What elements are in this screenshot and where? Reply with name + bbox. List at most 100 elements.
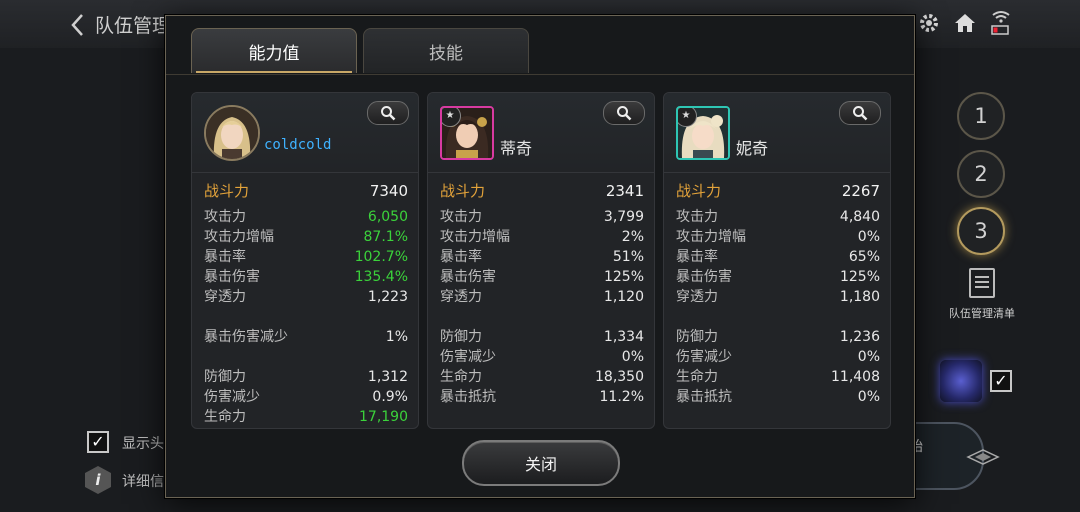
stat-value: 0.9% — [372, 389, 408, 405]
stat-row: 攻击力 6,050 — [204, 207, 408, 227]
card-header: ★ 蒂奇 — [428, 93, 654, 173]
character-portrait: ★ — [440, 106, 494, 160]
power-row: 战斗力 7340 — [204, 179, 408, 203]
player-name: coldcold — [264, 137, 332, 153]
character-card-player: coldcold 战斗力 7340 攻击力 6,050 攻击力增幅 87.1% 暴击率 1… — [191, 92, 419, 429]
stat-value: 11,408 — [831, 369, 880, 385]
team-slot-3[interactable]: 3 — [957, 207, 1005, 255]
stat-row: 穿透力 1,223 — [204, 287, 408, 307]
tab-bar: 能力值 技能 — [166, 16, 914, 75]
stat-rows: 攻击力 6,050 攻击力增幅 87.1% 暴击率 102.7% 暴击伤害 135.4% 穿透力… — [204, 207, 408, 427]
character-name: 妮奇 — [736, 139, 769, 158]
stat-row: 生命力 17,190 — [204, 407, 408, 427]
stat-row: 暴击率 102.7% — [204, 247, 408, 267]
stat-row: 攻击力增幅 2% — [440, 227, 644, 247]
home-icon[interactable] — [952, 10, 978, 36]
stat-row: 防御力 1,236 — [676, 327, 880, 347]
diamond-arrow-icon — [966, 449, 1000, 465]
stat-label: 攻击力增幅 — [204, 229, 274, 245]
stat-value: 2% — [621, 229, 644, 245]
player-avatar — [204, 105, 260, 161]
stat-row: 暴击抵抗 0% — [676, 387, 880, 407]
show-head-checkbox[interactable]: ✓ — [87, 431, 109, 453]
tab-skills[interactable]: 技能 — [363, 28, 529, 73]
stat-label: 生命力 — [676, 369, 718, 385]
stat-label: 伤害减少 — [676, 349, 732, 365]
stat-value: 4,840 — [839, 209, 880, 225]
stat-label: 攻击力 — [204, 209, 246, 225]
stat-row: 伤害减少 0% — [440, 347, 644, 367]
stat-value: 1,120 — [603, 289, 644, 305]
stat-row: 攻击力 3,799 — [440, 207, 644, 227]
character-name: 蒂奇 — [500, 139, 533, 158]
stat-label: 攻击力增幅 — [440, 229, 510, 245]
stat-label: 生命力 — [440, 369, 482, 385]
zoom-button[interactable] — [367, 101, 409, 125]
team-list-button[interactable]: 队伍管理清单 — [944, 268, 1020, 321]
stat-label: 穿透力 — [440, 289, 482, 305]
power-row: 战斗力 2341 — [440, 179, 644, 203]
stat-row: 暴击伤害 125% — [440, 267, 644, 287]
team-slot-2[interactable]: 2 — [957, 150, 1005, 198]
stat-value: 18,350 — [595, 369, 644, 385]
stat-row: 暴击率 51% — [440, 247, 644, 267]
stat-value: 1,223 — [367, 289, 408, 305]
power-label: 战斗力 — [676, 182, 722, 200]
stats-modal: 能力值 技能 coldcold 战斗力 7340 攻击力 6,050 攻击力增幅… — [165, 15, 915, 498]
stat-value: 0% — [857, 229, 880, 245]
close-button[interactable]: 关闭 — [462, 440, 620, 486]
stat-label: 防御力 — [204, 369, 246, 385]
hourglass-icon[interactable] — [940, 360, 982, 402]
stat-row: 攻击力 4,840 — [676, 207, 880, 227]
stat-label: 暴击率 — [204, 249, 246, 265]
stat-value: 1,312 — [367, 369, 408, 385]
power-label: 战斗力 — [440, 182, 486, 200]
stat-label: 攻击力 — [440, 209, 482, 225]
top-icons — [916, 10, 1014, 36]
stat-label: 暴击抵抗 — [676, 389, 732, 405]
stats-list: 战斗力 2267 攻击力 4,840 攻击力增幅 0% 暴击率 65% 暴击伤害 125% 穿透… — [676, 179, 880, 407]
stat-label: 暴击伤害 — [440, 269, 496, 285]
stat-row: 生命力 11,408 — [676, 367, 880, 387]
search-icon — [853, 106, 868, 121]
stat-value: 135.4% — [354, 269, 408, 285]
card-header: ★ 妮奇 — [664, 93, 890, 173]
gear-icon[interactable] — [916, 10, 942, 36]
team-list-label: 队伍管理清单 — [949, 307, 1015, 320]
stat-value: 1% — [385, 329, 408, 345]
stats-list: 战斗力 2341 攻击力 3,799 攻击力增幅 2% 暴击率 51% 暴击伤害 125% 穿透… — [440, 179, 644, 407]
page-title: 队伍管理 — [95, 15, 172, 37]
stat-label: 穿透力 — [204, 289, 246, 305]
stat-value: 51% — [612, 249, 644, 265]
stat-rows: 攻击力 3,799 攻击力增幅 2% 暴击率 51% 暴击伤害 125% 穿透力 1,120 防御力… — [440, 207, 644, 407]
zoom-button[interactable] — [603, 101, 645, 125]
stat-row: 穿透力 1,120 — [440, 287, 644, 307]
search-icon — [381, 106, 396, 121]
power-value: 7340 — [369, 182, 408, 200]
stat-value: 3,799 — [603, 209, 644, 225]
character-card-tiqi: ★ 蒂奇 战斗力 2341 攻击力 3,799 攻击力增幅 2% 暴击率 51% 暴击伤害 1… — [427, 92, 655, 429]
card-header: coldcold — [192, 93, 418, 173]
back-arrow-icon[interactable] — [68, 12, 88, 38]
power-value: 2341 — [605, 182, 644, 200]
team-slot-1[interactable]: 1 — [957, 92, 1005, 140]
stat-value: 125% — [603, 269, 644, 285]
stat-row: 生命力 18,350 — [440, 367, 644, 387]
power-value: 2267 — [841, 182, 880, 200]
stat-value: 0% — [621, 349, 644, 365]
stat-row: 暴击率 65% — [676, 247, 880, 267]
stat-row: 伤害减少 0% — [676, 347, 880, 367]
stat-row: 攻击力增幅 0% — [676, 227, 880, 247]
character-card-niqi: ★ 妮奇 战斗力 2267 攻击力 4,840 攻击力增幅 0% 暴击率 65% 暴击伤害 1… — [663, 92, 891, 429]
stat-value: 102.7% — [354, 249, 408, 265]
stat-row: 防御力 1,334 — [440, 327, 644, 347]
stat-row: 穿透力 1,180 — [676, 287, 880, 307]
zoom-button[interactable] — [839, 101, 881, 125]
stats-list: 战斗力 7340 攻击力 6,050 攻击力增幅 87.1% 暴击率 102.7% 暴击伤害… — [204, 179, 408, 427]
hourglass-checkbox[interactable]: ✓ — [990, 370, 1012, 392]
tab-stats[interactable]: 能力值 — [191, 28, 357, 73]
stat-label: 暴击伤害 — [204, 269, 260, 285]
stat-label: 暴击伤害减少 — [204, 329, 288, 345]
stat-value: 6,050 — [367, 209, 408, 225]
stat-label: 暴击率 — [440, 249, 482, 265]
